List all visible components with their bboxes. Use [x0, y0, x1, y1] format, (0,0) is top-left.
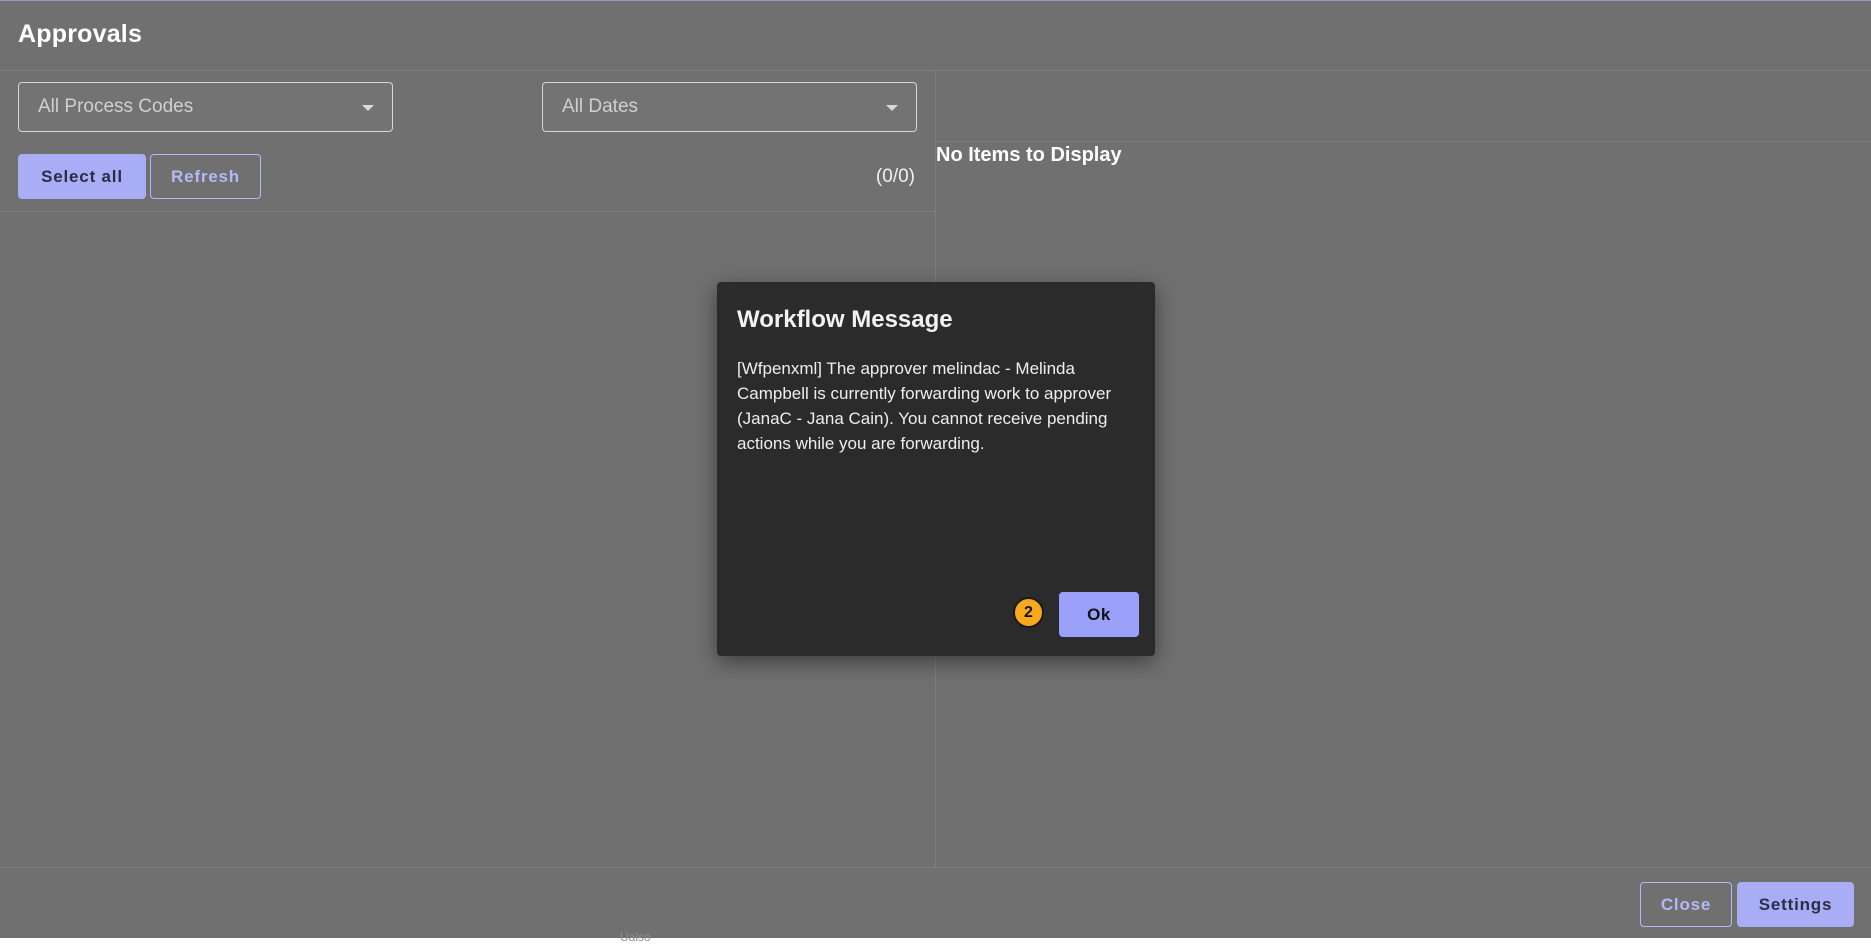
- workflow-message-dialog: Workflow Message [Wfpenxml] The approver…: [717, 282, 1155, 656]
- ok-button[interactable]: Ok: [1059, 592, 1139, 637]
- header: Approvals: [0, 1, 1871, 71]
- detail-divider: [936, 141, 1871, 142]
- process-code-select-value: All Process Codes: [38, 96, 194, 117]
- date-select[interactable]: All Dates: [542, 82, 917, 132]
- footer-ghost-text: Ualso: [620, 930, 651, 944]
- dialog-message: [Wfpenxml] The approver melindac - Melin…: [737, 359, 1112, 453]
- chevron-down-icon: [886, 105, 898, 111]
- selection-count: (0/0): [875, 166, 915, 187]
- page-title: Approvals: [18, 20, 143, 48]
- date-select-value: All Dates: [562, 96, 639, 117]
- footer: Close Settings Ualso: [0, 867, 1871, 944]
- close-button[interactable]: Close: [1640, 882, 1732, 927]
- toolbar-divider: [0, 211, 936, 212]
- settings-button[interactable]: Settings: [1737, 882, 1854, 927]
- chevron-down-icon: [362, 105, 374, 111]
- approvals-window: Approvals All Process Codes All Dates Se…: [0, 0, 1871, 944]
- dialog-title: Workflow Message: [737, 306, 953, 333]
- step-badge: 2: [1013, 597, 1044, 628]
- empty-state-message: No Items to Display: [936, 144, 1122, 166]
- refresh-button[interactable]: Refresh: [150, 154, 261, 199]
- process-code-select[interactable]: All Process Codes: [18, 82, 393, 132]
- select-all-button[interactable]: Select all: [18, 154, 146, 199]
